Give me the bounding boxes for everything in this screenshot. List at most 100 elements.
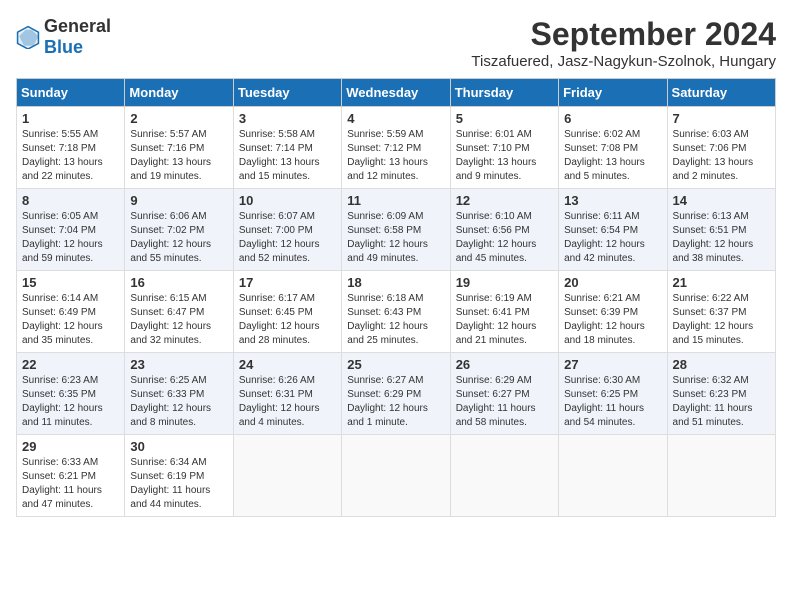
day-header-tuesday: Tuesday bbox=[233, 79, 341, 107]
calendar-cell: 19 Sunrise: 6:19 AM Sunset: 6:41 PM Dayli… bbox=[450, 271, 558, 353]
day-number: 19 bbox=[456, 275, 553, 290]
week-row-1: 1 Sunrise: 5:55 AM Sunset: 7:18 PM Daylig… bbox=[17, 107, 776, 189]
day-header-monday: Monday bbox=[125, 79, 233, 107]
day-number: 22 bbox=[22, 357, 119, 372]
day-number: 26 bbox=[456, 357, 553, 372]
week-row-2: 8 Sunrise: 6:05 AM Sunset: 7:04 PM Daylig… bbox=[17, 189, 776, 271]
day-info: Sunrise: 6:22 AM Sunset: 6:37 PM Dayligh… bbox=[673, 292, 770, 348]
calendar-table: SundayMondayTuesdayWednesdayThursdayFrid… bbox=[16, 78, 776, 517]
day-info: Sunrise: 6:32 AM Sunset: 6:23 PM Dayligh… bbox=[673, 374, 770, 430]
day-number: 2 bbox=[130, 111, 227, 126]
calendar-cell: 24 Sunrise: 6:26 AM Sunset: 6:31 PM Dayli… bbox=[233, 353, 341, 435]
day-info: Sunrise: 6:33 AM Sunset: 6:21 PM Dayligh… bbox=[22, 456, 119, 512]
day-number: 7 bbox=[673, 111, 770, 126]
day-number: 13 bbox=[564, 193, 661, 208]
calendar-cell bbox=[559, 435, 667, 517]
calendar-cell: 25 Sunrise: 6:27 AM Sunset: 6:29 PM Dayli… bbox=[342, 353, 450, 435]
day-info: Sunrise: 6:03 AM Sunset: 7:06 PM Dayligh… bbox=[673, 128, 770, 184]
day-number: 1 bbox=[22, 111, 119, 126]
day-number: 20 bbox=[564, 275, 661, 290]
calendar-cell: 7 Sunrise: 6:03 AM Sunset: 7:06 PM Daylig… bbox=[667, 107, 775, 189]
day-info: Sunrise: 6:26 AM Sunset: 6:31 PM Dayligh… bbox=[239, 374, 336, 430]
day-info: Sunrise: 6:21 AM Sunset: 6:39 PM Dayligh… bbox=[564, 292, 661, 348]
calendar-cell: 17 Sunrise: 6:17 AM Sunset: 6:45 PM Dayli… bbox=[233, 271, 341, 353]
day-info: Sunrise: 6:34 AM Sunset: 6:19 PM Dayligh… bbox=[130, 456, 227, 512]
day-info: Sunrise: 5:59 AM Sunset: 7:12 PM Dayligh… bbox=[347, 128, 444, 184]
calendar-cell: 27 Sunrise: 6:30 AM Sunset: 6:25 PM Dayli… bbox=[559, 353, 667, 435]
calendar-cell: 26 Sunrise: 6:29 AM Sunset: 6:27 PM Dayli… bbox=[450, 353, 558, 435]
subtitle: Tiszafuered, Jasz-Nagykun-Szolnok, Hunga… bbox=[471, 53, 776, 70]
day-number: 8 bbox=[22, 193, 119, 208]
logo: General Blue bbox=[16, 16, 111, 58]
day-number: 15 bbox=[22, 275, 119, 290]
day-info: Sunrise: 6:30 AM Sunset: 6:25 PM Dayligh… bbox=[564, 374, 661, 430]
week-row-4: 22 Sunrise: 6:23 AM Sunset: 6:35 PM Dayli… bbox=[17, 353, 776, 435]
day-number: 30 bbox=[130, 439, 227, 454]
day-info: Sunrise: 6:23 AM Sunset: 6:35 PM Dayligh… bbox=[22, 374, 119, 430]
day-header-thursday: Thursday bbox=[450, 79, 558, 107]
day-number: 9 bbox=[130, 193, 227, 208]
day-info: Sunrise: 6:19 AM Sunset: 6:41 PM Dayligh… bbox=[456, 292, 553, 348]
day-number: 4 bbox=[347, 111, 444, 126]
calendar-cell: 30 Sunrise: 6:34 AM Sunset: 6:19 PM Dayli… bbox=[125, 435, 233, 517]
logo-blue: Blue bbox=[44, 37, 83, 57]
day-info: Sunrise: 6:27 AM Sunset: 6:29 PM Dayligh… bbox=[347, 374, 444, 430]
day-info: Sunrise: 6:10 AM Sunset: 6:56 PM Dayligh… bbox=[456, 210, 553, 266]
calendar-cell: 9 Sunrise: 6:06 AM Sunset: 7:02 PM Daylig… bbox=[125, 189, 233, 271]
calendar-cell: 16 Sunrise: 6:15 AM Sunset: 6:47 PM Dayli… bbox=[125, 271, 233, 353]
day-header-friday: Friday bbox=[559, 79, 667, 107]
logo-text: General Blue bbox=[44, 16, 111, 58]
day-number: 16 bbox=[130, 275, 227, 290]
calendar-cell bbox=[450, 435, 558, 517]
day-number: 24 bbox=[239, 357, 336, 372]
day-info: Sunrise: 6:01 AM Sunset: 7:10 PM Dayligh… bbox=[456, 128, 553, 184]
calendar-cell: 10Sunrise: 6:07 AM Sunset: 7:00 PM Dayli… bbox=[233, 189, 341, 271]
day-number: 27 bbox=[564, 357, 661, 372]
day-headers: SundayMondayTuesdayWednesdayThursdayFrid… bbox=[17, 79, 776, 107]
calendar-cell: 28Sunrise: 6:32 AM Sunset: 6:23 PM Dayli… bbox=[667, 353, 775, 435]
day-info: Sunrise: 5:55 AM Sunset: 7:18 PM Dayligh… bbox=[22, 128, 119, 184]
day-info: Sunrise: 5:58 AM Sunset: 7:14 PM Dayligh… bbox=[239, 128, 336, 184]
day-number: 5 bbox=[456, 111, 553, 126]
day-number: 25 bbox=[347, 357, 444, 372]
day-header-sunday: Sunday bbox=[17, 79, 125, 107]
day-number: 11 bbox=[347, 193, 444, 208]
calendar-cell: 12Sunrise: 6:10 AM Sunset: 6:56 PM Dayli… bbox=[450, 189, 558, 271]
day-info: Sunrise: 6:11 AM Sunset: 6:54 PM Dayligh… bbox=[564, 210, 661, 266]
day-info: Sunrise: 6:15 AM Sunset: 6:47 PM Dayligh… bbox=[130, 292, 227, 348]
calendar-cell: 29 Sunrise: 6:33 AM Sunset: 6:21 PM Dayli… bbox=[17, 435, 125, 517]
calendar-cell: 2 Sunrise: 5:57 AM Sunset: 7:16 PM Daylig… bbox=[125, 107, 233, 189]
day-number: 3 bbox=[239, 111, 336, 126]
day-number: 14 bbox=[673, 193, 770, 208]
calendar-cell: 11Sunrise: 6:09 AM Sunset: 6:58 PM Dayli… bbox=[342, 189, 450, 271]
calendar-cell: 3 Sunrise: 5:58 AM Sunset: 7:14 PM Daylig… bbox=[233, 107, 341, 189]
day-info: Sunrise: 6:05 AM Sunset: 7:04 PM Dayligh… bbox=[22, 210, 119, 266]
day-info: Sunrise: 6:06 AM Sunset: 7:02 PM Dayligh… bbox=[130, 210, 227, 266]
calendar-cell: 23Sunrise: 6:25 AM Sunset: 6:33 PM Dayli… bbox=[125, 353, 233, 435]
day-info: Sunrise: 6:18 AM Sunset: 6:43 PM Dayligh… bbox=[347, 292, 444, 348]
calendar-cell: 6Sunrise: 6:02 AM Sunset: 7:08 PM Daylig… bbox=[559, 107, 667, 189]
day-info: Sunrise: 6:14 AM Sunset: 6:49 PM Dayligh… bbox=[22, 292, 119, 348]
logo-icon bbox=[16, 25, 40, 49]
header: General Blue September 2024 Tiszafuered,… bbox=[16, 16, 776, 70]
day-info: Sunrise: 5:57 AM Sunset: 7:16 PM Dayligh… bbox=[130, 128, 227, 184]
calendar-cell bbox=[667, 435, 775, 517]
day-number: 18 bbox=[347, 275, 444, 290]
week-row-5: 29 Sunrise: 6:33 AM Sunset: 6:21 PM Dayli… bbox=[17, 435, 776, 517]
day-info: Sunrise: 6:07 AM Sunset: 7:00 PM Dayligh… bbox=[239, 210, 336, 266]
calendar-cell: 8 Sunrise: 6:05 AM Sunset: 7:04 PM Daylig… bbox=[17, 189, 125, 271]
day-info: Sunrise: 6:17 AM Sunset: 6:45 PM Dayligh… bbox=[239, 292, 336, 348]
day-number: 17 bbox=[239, 275, 336, 290]
calendar-cell bbox=[233, 435, 341, 517]
calendar-cell: 20 Sunrise: 6:21 AM Sunset: 6:39 PM Dayli… bbox=[559, 271, 667, 353]
calendar-cell: 5 Sunrise: 6:01 AM Sunset: 7:10 PM Daylig… bbox=[450, 107, 558, 189]
logo-general: General bbox=[44, 16, 111, 36]
day-header-saturday: Saturday bbox=[667, 79, 775, 107]
day-number: 6 bbox=[564, 111, 661, 126]
day-number: 29 bbox=[22, 439, 119, 454]
calendar-cell bbox=[342, 435, 450, 517]
calendar-cell: 4 Sunrise: 5:59 AM Sunset: 7:12 PM Daylig… bbox=[342, 107, 450, 189]
calendar-cell: 1 Sunrise: 5:55 AM Sunset: 7:18 PM Daylig… bbox=[17, 107, 125, 189]
day-info: Sunrise: 6:25 AM Sunset: 6:33 PM Dayligh… bbox=[130, 374, 227, 430]
day-info: Sunrise: 6:29 AM Sunset: 6:27 PM Dayligh… bbox=[456, 374, 553, 430]
